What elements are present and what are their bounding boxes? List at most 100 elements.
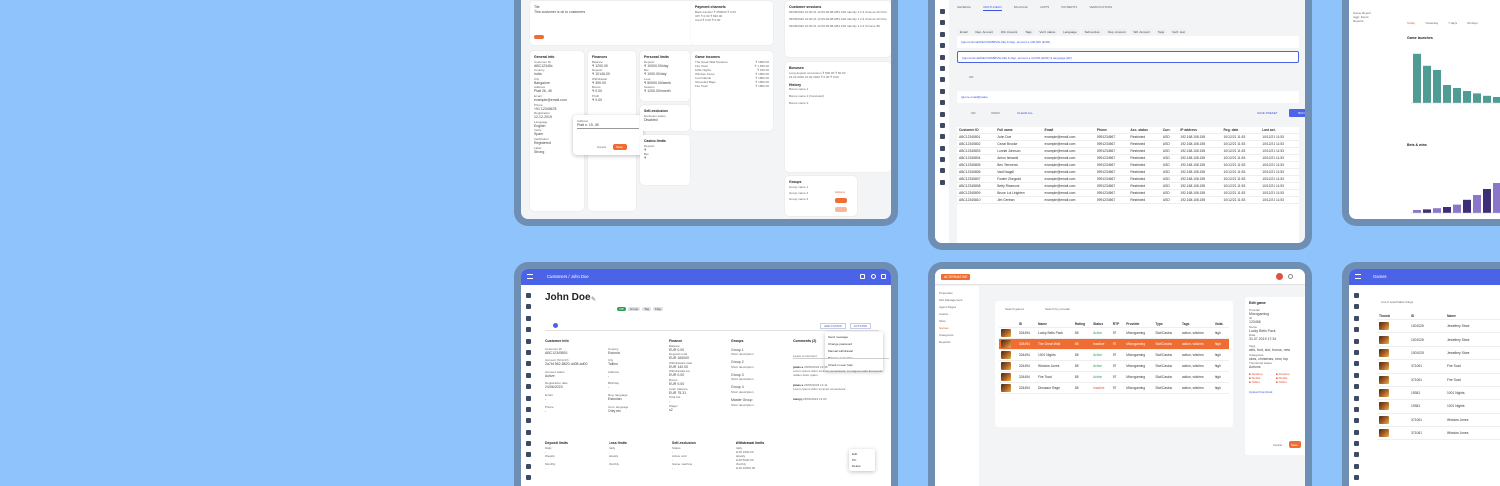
filter-chip[interactable]: Tags	[1154, 29, 1168, 35]
nav-icon[interactable]	[939, 122, 945, 128]
table-row[interactable]: 193811001 NightsUnavailable	[1377, 399, 1500, 414]
nav-icon[interactable]	[525, 475, 531, 481]
menu-icon[interactable]	[527, 274, 533, 279]
group-remove-button[interactable]	[835, 198, 847, 203]
nav-icon[interactable]	[525, 429, 531, 435]
filter-chip[interactable]: Language	[1060, 29, 1080, 35]
group-card[interactable]: Master Group Short description	[731, 398, 789, 407]
filter-chip[interactable]: Self-exclus.	[1081, 29, 1104, 35]
table-row[interactable]: ABC12345803 Lorelai Johnson example@email.…	[957, 147, 1299, 155]
filter-chip[interactable]: Dep. Amount	[1105, 29, 1129, 35]
nav-icon[interactable]	[1353, 315, 1359, 321]
edit-save-button[interactable]: Save	[1289, 441, 1301, 448]
actions-button[interactable]: ACTIONS	[849, 323, 871, 329]
nav-icon[interactable]	[525, 395, 531, 401]
table-row[interactable]: 371061Fire ToadAvailable	[1377, 373, 1500, 387]
nav-icon[interactable]	[525, 406, 531, 412]
nav-icon[interactable]	[939, 100, 945, 106]
customer-id-link[interactable]: ABC12345810	[957, 196, 996, 204]
nav-icon[interactable]	[525, 304, 531, 310]
info-value[interactable]: -	[545, 409, 602, 414]
chart-bar[interactable]	[1463, 199, 1471, 213]
chart-bar[interactable]	[1453, 88, 1461, 103]
chart-bar[interactable]	[1473, 195, 1481, 213]
query-row-2[interactable]: (Ignore Email/DEVC#AB#VALUE) & Dep. amou…	[957, 51, 1299, 63]
nav-icon[interactable]	[939, 134, 945, 140]
context-menu-item[interactable]: Delete	[852, 463, 872, 469]
games-nav-item[interactable]: Slots	[939, 318, 975, 325]
status-checkbox[interactable]: ■ Tablet	[1276, 380, 1303, 384]
info-value[interactable]: Estonian	[608, 397, 665, 402]
nav-icon[interactable]	[939, 157, 945, 163]
table-row[interactable]: ABC12345807 Fowler Zhegodd example@email.c…	[957, 175, 1299, 183]
games-nav-item[interactable]: Games	[939, 325, 975, 332]
add-or-button[interactable]: OR	[971, 111, 976, 115]
period-tab[interactable]: Today	[1407, 21, 1415, 25]
period-tab[interactable]: 7 days	[1448, 21, 1457, 25]
save-preset-button[interactable]: SAVE PRESET	[1257, 111, 1278, 115]
nav-icon[interactable]	[525, 327, 531, 333]
nav-icon[interactable]	[1353, 338, 1359, 344]
chart-bar[interactable]	[1493, 97, 1500, 103]
group-add-button[interactable]	[835, 207, 847, 212]
nav-icon[interactable]	[525, 349, 531, 355]
chart-bar[interactable]	[1483, 95, 1491, 103]
nav-icon[interactable]	[939, 20, 945, 26]
table-row[interactable]: 324494 1001 Nights 85 Active 97 Microgaming Sl…	[999, 349, 1229, 361]
nav-icon[interactable]	[1353, 463, 1359, 469]
nav-icon[interactable]	[939, 31, 945, 37]
nav-icon[interactable]	[525, 452, 531, 458]
nav-icon[interactable]	[525, 372, 531, 378]
customer-id-link[interactable]: ABC12345801	[957, 133, 996, 141]
popup-value[interactable]: Platt n. 15, 45	[577, 123, 639, 129]
filter-chip[interactable]: Tags	[1022, 29, 1035, 35]
nav-icon[interactable]	[525, 384, 531, 390]
nav-icon[interactable]	[1353, 349, 1359, 355]
nav-icon[interactable]	[1353, 304, 1359, 310]
info-value[interactable]: -	[608, 374, 665, 379]
nav-icon[interactable]	[1353, 293, 1359, 298]
settings-icon[interactable]	[1288, 274, 1293, 279]
customer-id-link[interactable]: ABC12345806	[957, 168, 996, 176]
chart-bar[interactable]	[1413, 210, 1421, 213]
chart-bar[interactable]	[1483, 189, 1491, 213]
popup-cancel-button[interactable]: Cancel	[597, 145, 606, 149]
table-row[interactable]: ABC12345801 John Doe example@email.com 0991…	[957, 133, 1299, 141]
breadcrumb[interactable]: Customers / John Doe	[547, 274, 589, 279]
nav-icon[interactable]	[525, 463, 531, 469]
menu-icon[interactable]	[1355, 274, 1361, 279]
nav-icon[interactable]	[1353, 384, 1359, 390]
tab-general[interactable]: GENERAL	[957, 5, 971, 11]
games-nav-item[interactable]: Categories	[939, 332, 975, 339]
nav-icon[interactable]	[525, 418, 531, 424]
games-nav-item[interactable]: Agent Pages	[939, 304, 975, 311]
tab-multi-field[interactable]: MULTI-FIELD	[983, 5, 1002, 11]
nav-icon[interactable]	[939, 65, 945, 71]
tab-profile-icon[interactable]	[553, 323, 558, 328]
nav-icon[interactable]	[525, 293, 531, 298]
nav-icon[interactable]	[939, 43, 945, 49]
nav-icon[interactable]	[1353, 406, 1359, 412]
info-value[interactable]: 24/06/2023	[545, 385, 602, 390]
filter-chip[interactable]: Email	[957, 29, 971, 35]
chart-bar[interactable]	[1433, 208, 1441, 213]
chart-bar[interactable]	[1423, 65, 1431, 103]
table-row[interactable]: 1001025Jewellery StoreAvailable	[1377, 332, 1500, 347]
tab-verifications[interactable]: VERIFICATIONS	[1089, 5, 1112, 11]
nav-icon[interactable]	[939, 54, 945, 60]
table-row[interactable]: 1001025Jewellery StoreAvailable	[1377, 346, 1500, 361]
query-row-3[interactable]: Ignore email@value	[957, 91, 1299, 103]
nav-icon[interactable]	[1353, 475, 1359, 481]
customer-id-link[interactable]: ABC12345805	[957, 161, 996, 169]
table-row[interactable]: 324494 Dinosaur Rage 85 Inactive 97 Microgami…	[999, 382, 1229, 394]
table-row[interactable]: ABC12345810 Jim Gertran example@email.com 0…	[957, 196, 1299, 204]
user-icon[interactable]	[881, 274, 886, 279]
chart-bar[interactable]	[1473, 93, 1481, 103]
chart-bar[interactable]	[1423, 209, 1431, 213]
query-row-1[interactable]: (Ignore Email/DEVC#AB#VALUE) & Dep. amou…	[957, 36, 1299, 48]
filter-chip[interactable]: Wd. Amount	[997, 29, 1021, 35]
info-value[interactable]: Tallinn	[608, 362, 665, 367]
info-value[interactable]: 2a7b1962-8820-4d08-ad00	[545, 362, 602, 367]
nav-icon[interactable]	[939, 179, 945, 185]
table-row[interactable]: ABC12345806 Vadi Nagall example@email.com 0…	[957, 168, 1299, 176]
